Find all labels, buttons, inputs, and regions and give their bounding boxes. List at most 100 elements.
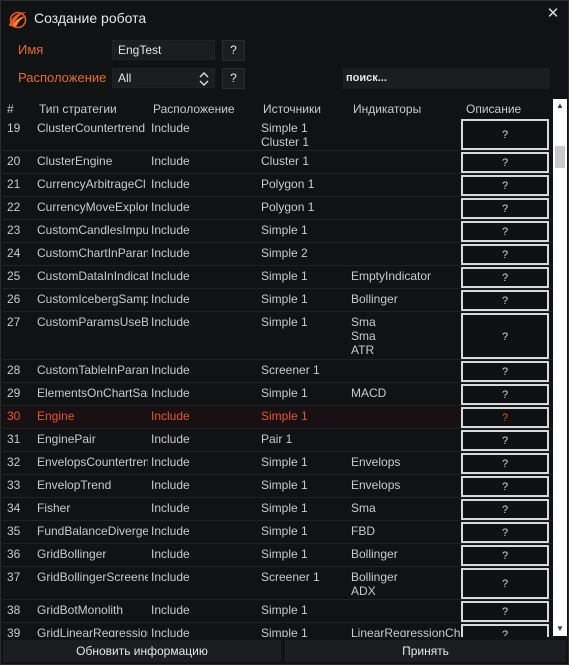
- strategy-type-cell: CurrencyArbitrageCl: [37, 177, 146, 191]
- description-button[interactable]: ?: [461, 476, 549, 497]
- description-button[interactable]: ?: [461, 384, 549, 405]
- location-cell: Include: [151, 315, 190, 329]
- table-row[interactable]: 28 CustomTableInParam Include Screener 1?: [2, 360, 563, 383]
- location-cell: Include: [151, 386, 190, 400]
- indicators-cell: EmptyIndicator: [351, 269, 432, 283]
- indicators-cell: Bollinger: [351, 292, 398, 306]
- description-button[interactable]: ?: [461, 152, 549, 173]
- strategy-type-cell: Engine: [37, 409, 75, 423]
- description-button[interactable]: ?: [461, 453, 549, 474]
- location-cell: Include: [151, 363, 190, 377]
- name-help-button[interactable]: ?: [222, 40, 245, 61]
- location-help-button[interactable]: ?: [222, 68, 245, 89]
- table-row[interactable]: 30 Engine Include Simple 1?: [2, 406, 563, 429]
- row-number: 22: [7, 200, 21, 214]
- column-header-sources[interactable]: Источники: [263, 102, 321, 116]
- description-button[interactable]: ?: [461, 430, 549, 451]
- description-button[interactable]: ?: [461, 601, 549, 622]
- description-button[interactable]: ?: [461, 499, 549, 520]
- table-row[interactable]: 25 CustomDataInIndicat Include Simple 1 Empt…: [2, 266, 563, 289]
- location-cell: Include: [151, 177, 190, 191]
- table-row[interactable]: 37 GridBollingerScreene Include Screener 1 B…: [2, 567, 563, 600]
- description-button[interactable]: ?: [461, 175, 549, 196]
- sources-cell: Simple 1: [261, 501, 308, 515]
- table-row[interactable]: 19 ClusterCountertrend Include Simple 1 Clu…: [2, 118, 563, 151]
- title-bar[interactable]: Создание робота ✕: [1, 1, 568, 35]
- table-row[interactable]: 26 CustomIcebergSamp Include Simple 1 Bollin…: [2, 289, 563, 312]
- column-header-location[interactable]: Расположение: [153, 102, 235, 116]
- accept-button[interactable]: Принять: [285, 640, 566, 662]
- column-header-type[interactable]: Тип стратегии: [39, 102, 117, 116]
- scroll-down-icon[interactable]: ▼: [553, 622, 567, 636]
- table-row[interactable]: 39 GridLinearRegression Include Simple 1 Lin…: [2, 623, 563, 637]
- sources-cell: Simple 1: [261, 292, 308, 306]
- table-row[interactable]: 36 GridBollinger Include Simple 1 Bollinger?: [2, 544, 563, 567]
- strategy-type-cell: CustomCandlesImpu: [37, 223, 148, 237]
- table-row[interactable]: 21 CurrencyArbitrageCl Include Polygon 1?: [2, 174, 563, 197]
- strategy-type-cell: CurrencyMoveExplor: [37, 200, 148, 214]
- description-button[interactable]: ?: [461, 119, 549, 150]
- description-button[interactable]: ?: [461, 624, 549, 637]
- vertical-scrollbar[interactable]: ▲ ▼: [553, 99, 567, 636]
- column-header-number[interactable]: #: [7, 102, 14, 116]
- scrollbar-thumb[interactable]: [555, 146, 565, 168]
- strategy-type-cell: ElementsOnChartSar: [37, 386, 148, 400]
- row-number: 19: [7, 121, 21, 135]
- description-button[interactable]: ?: [461, 244, 549, 265]
- row-number: 21: [7, 177, 21, 191]
- row-number: 34: [7, 501, 21, 515]
- table-row[interactable]: 32 EnvelopsCountertren Include Simple 1 Enve…: [2, 452, 563, 475]
- sources-cell: Polygon 1: [261, 200, 315, 214]
- location-cell: Include: [151, 570, 190, 584]
- strategy-type-cell: CustomParamsUseBc: [37, 315, 148, 329]
- strategy-table: # Тип стратегии Расположение Источники И…: [2, 98, 568, 637]
- description-button[interactable]: ?: [461, 221, 549, 242]
- table-row[interactable]: 27 CustomParamsUseBc Include Simple 1 Sma Sm…: [2, 312, 563, 360]
- description-button[interactable]: ?: [461, 313, 549, 359]
- location-cell: Include: [151, 547, 190, 561]
- refresh-info-button[interactable]: Обновить информацию: [3, 640, 281, 662]
- location-select-value: All: [118, 71, 132, 85]
- search-input[interactable]: поиск...: [343, 68, 550, 89]
- strategy-type-cell: GridLinearRegression: [37, 626, 148, 637]
- location-cell: Include: [151, 501, 190, 515]
- description-button[interactable]: ?: [461, 290, 549, 311]
- table-row[interactable]: 38 GridBotMonolith Include Simple 1?: [2, 600, 563, 623]
- location-cell: Include: [151, 200, 190, 214]
- table-row[interactable]: 20 ClusterEngine Include Cluster 1?: [2, 151, 563, 174]
- description-button[interactable]: ?: [461, 267, 549, 288]
- description-button[interactable]: ?: [461, 545, 549, 566]
- sources-cell: Simple 1: [261, 478, 308, 492]
- table-row[interactable]: 22 CurrencyMoveExplor Include Polygon 1?: [2, 197, 563, 220]
- location-cell: Include: [151, 409, 190, 423]
- sources-cell: Simple 2: [261, 246, 308, 260]
- table-row[interactable]: 33 EnvelopTrend Include Simple 1 Envelops?: [2, 475, 563, 498]
- location-select[interactable]: All: [112, 68, 215, 88]
- description-button[interactable]: ?: [461, 361, 549, 382]
- description-button[interactable]: ?: [461, 198, 549, 219]
- robot-create-window: Создание робота ✕ Имя EngTest ? Располож…: [0, 0, 569, 665]
- description-button[interactable]: ?: [461, 522, 549, 543]
- column-header-description[interactable]: Описание: [466, 102, 521, 116]
- sources-cell: Simple 1: [261, 315, 308, 329]
- sources-cell: Polygon 1: [261, 177, 315, 191]
- name-input[interactable]: EngTest: [112, 40, 215, 60]
- description-button[interactable]: ?: [461, 407, 549, 428]
- strategy-type-cell: GridBollingerScreene: [37, 570, 148, 584]
- strategy-type-cell: GridBotMonolith: [37, 603, 124, 617]
- table-row[interactable]: 34 Fisher Include Simple 1 Sma?: [2, 498, 563, 521]
- table-row[interactable]: 24 CustomChartInParan Include Simple 2?: [2, 243, 563, 266]
- description-button[interactable]: ?: [461, 568, 549, 599]
- row-number: 27: [7, 315, 21, 329]
- scroll-up-icon[interactable]: ▲: [553, 99, 567, 113]
- column-header-indicators[interactable]: Индикаторы: [353, 102, 421, 116]
- close-icon[interactable]: ✕: [544, 5, 562, 23]
- table-row[interactable]: 23 CustomCandlesImpu Include Simple 1?: [2, 220, 563, 243]
- row-number: 20: [7, 154, 21, 168]
- row-number: 29: [7, 386, 21, 400]
- table-row[interactable]: 29 ElementsOnChartSar Include Simple 1 MACD?: [2, 383, 563, 406]
- table-row[interactable]: 35 FundBalanceDiverger Include Simple 1 FBD?: [2, 521, 563, 544]
- row-number: 37: [7, 570, 21, 584]
- table-row[interactable]: 31 EnginePair Include Pair 1?: [2, 429, 563, 452]
- indicators-cell: Sma: [351, 501, 376, 515]
